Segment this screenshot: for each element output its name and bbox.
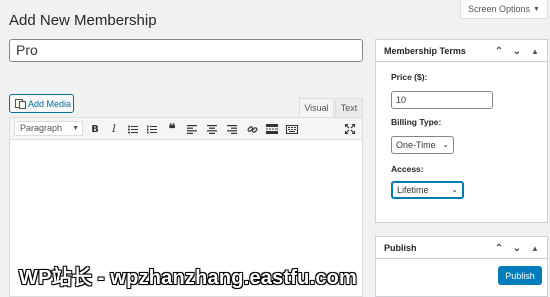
numbered-list-icon[interactable] bbox=[145, 122, 159, 136]
collapse-toggle-icon[interactable]: ▲ bbox=[529, 44, 541, 58]
billing-type-label: Billing Type: bbox=[391, 117, 442, 127]
insert-more-icon[interactable] bbox=[265, 122, 279, 136]
access-label: Access: bbox=[391, 164, 424, 174]
chevron-down-icon[interactable]: ⌄ bbox=[511, 44, 523, 58]
watermark: WP站长 - wpzhanzhang.eastfu.com bbox=[19, 267, 358, 289]
toolbar-toggle-icon[interactable] bbox=[285, 122, 299, 136]
billing-type-select[interactable]: One-Time ⌄ bbox=[391, 136, 454, 154]
publish-box: Publish ⌃ ⌄ ▲ Publish bbox=[375, 236, 548, 297]
screen-options-label: Screen Options bbox=[468, 4, 531, 14]
billing-type-value: One-Time bbox=[396, 140, 436, 150]
chevron-up-icon[interactable]: ⌃ bbox=[493, 241, 505, 255]
align-center-icon[interactable] bbox=[205, 122, 219, 136]
format-select-value: Paragraph bbox=[20, 123, 63, 133]
membership-terms-header: Membership Terms ⌃ ⌄ ▲ bbox=[376, 40, 547, 62]
italic-icon[interactable]: I bbox=[107, 122, 121, 136]
price-label: Price ($): bbox=[391, 72, 428, 82]
editor-toolbar: Paragraph ▼ B I ❝ bbox=[9, 117, 363, 140]
media-icon bbox=[15, 99, 26, 109]
blockquote-icon[interactable]: ❝ bbox=[165, 121, 179, 136]
access-value: Lifetime bbox=[397, 185, 429, 195]
access-select[interactable]: Lifetime ⌄ bbox=[391, 181, 464, 199]
price-input[interactable]: 10 bbox=[391, 91, 493, 109]
bulleted-list-icon[interactable] bbox=[126, 122, 140, 136]
align-left-icon[interactable] bbox=[185, 122, 199, 136]
chevron-down-icon: ⌄ bbox=[451, 185, 458, 194]
chevron-up-icon[interactable]: ⌃ bbox=[493, 44, 505, 58]
format-select[interactable]: Paragraph ▼ bbox=[14, 121, 83, 136]
tab-visual[interactable]: Visual bbox=[299, 98, 334, 117]
membership-terms-title: Membership Terms bbox=[384, 45, 466, 56]
membership-terms-box: Membership Terms ⌃ ⌄ ▲ Price ($): 10 Bil… bbox=[375, 39, 548, 223]
align-right-icon[interactable] bbox=[225, 122, 239, 136]
chevron-down-icon[interactable]: ⌄ bbox=[511, 241, 523, 255]
title-input-value: Pro bbox=[16, 42, 38, 58]
publish-button[interactable]: Publish bbox=[498, 266, 542, 285]
chevron-down-icon: ▼ bbox=[533, 5, 540, 13]
title-input[interactable]: Pro bbox=[9, 39, 363, 62]
page-title: Add New Membership bbox=[9, 12, 157, 29]
tab-text[interactable]: Text bbox=[335, 98, 363, 117]
collapse-toggle-icon[interactable]: ▲ bbox=[529, 241, 541, 255]
bold-icon[interactable]: B bbox=[88, 122, 102, 136]
publish-title: Publish bbox=[384, 242, 417, 253]
chevron-down-icon: ▼ bbox=[72, 125, 79, 132]
publish-header: Publish ⌃ ⌄ ▲ bbox=[376, 237, 547, 259]
add-media-button[interactable]: Add Media bbox=[9, 94, 74, 113]
chevron-down-icon: ⌄ bbox=[442, 140, 449, 149]
add-media-label: Add Media bbox=[28, 98, 72, 109]
fullscreen-icon[interactable] bbox=[343, 122, 357, 136]
link-icon[interactable] bbox=[245, 122, 259, 136]
screen-options-button[interactable]: Screen Options ▼ bbox=[460, 0, 548, 19]
